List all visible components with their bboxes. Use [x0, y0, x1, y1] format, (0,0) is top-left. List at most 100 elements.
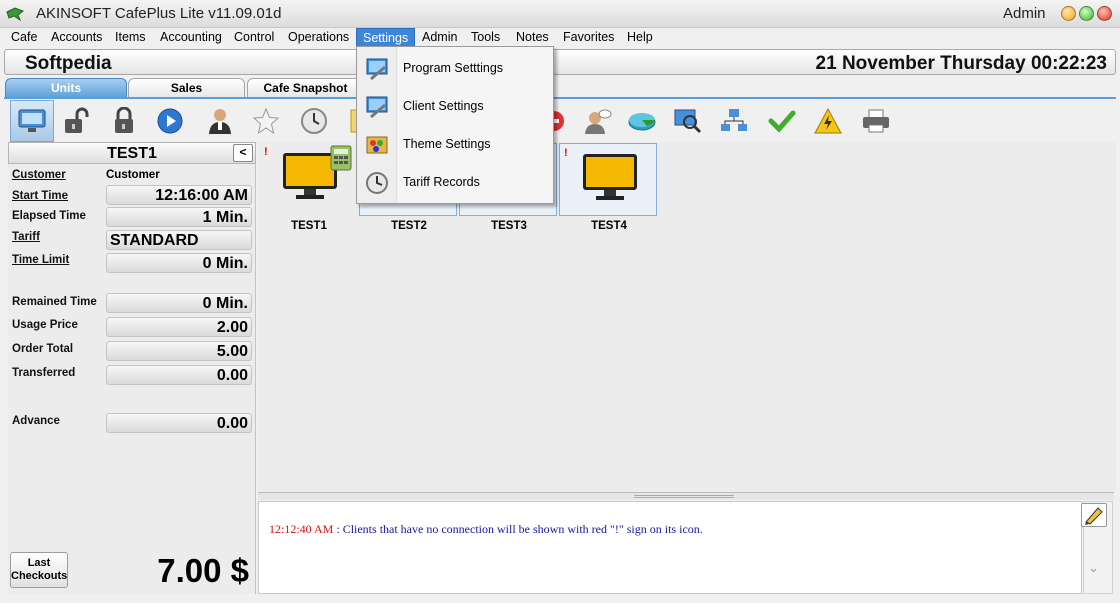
unit-tile[interactable]: ! [559, 143, 657, 216]
log-entry: 12:12:40 AM : Clients that have no conne… [269, 522, 703, 537]
menu-accounts[interactable]: Accounts [45, 28, 108, 47]
unlock-icon[interactable] [54, 100, 98, 142]
elapsed-time-value: 1 Min. [106, 207, 252, 227]
user-message-icon[interactable] [576, 100, 620, 142]
log-time: 12:12:40 AM [269, 522, 334, 536]
log-separator: : [333, 522, 343, 536]
menu-cafe[interactable]: Cafe [5, 28, 43, 47]
menu-items[interactable]: Items [109, 28, 152, 47]
time-limit-label[interactable]: Time Limit [12, 254, 69, 266]
tab-cafe-snapshot[interactable]: Cafe Snapshot [247, 78, 364, 98]
order-total-label: Order Total [12, 343, 74, 355]
close-button[interactable] [1097, 6, 1112, 21]
customer-value: Customer [106, 169, 160, 181]
user-icon[interactable] [198, 100, 242, 142]
usage-price-label: Usage Price [12, 319, 78, 331]
menu-item-tariff-records[interactable]: Tariff Records [357, 165, 553, 201]
transferred-value: 0.00 [106, 365, 252, 385]
window-title: AKINSOFT CafePlus Lite v11.09.01d [36, 5, 282, 22]
unit-label: TEST3 [491, 220, 527, 232]
remained-time-label: Remained Time [12, 296, 97, 308]
connection-warning-icon: ! [264, 146, 268, 158]
connection-warning-icon: ! [564, 147, 568, 159]
edit-log-button[interactable] [1081, 503, 1107, 527]
elapsed-time-label: Elapsed Time [12, 210, 86, 222]
transferred-label: Transferred [12, 367, 76, 379]
clock-icon[interactable] [292, 100, 336, 142]
toolbar [6, 100, 1114, 142]
order-total-value: 5.00 [106, 341, 252, 361]
title-bar: AKINSOFT CafePlus Lite v11.09.01d Admin [0, 0, 1120, 28]
customer-label[interactable]: Customer [12, 169, 66, 181]
theme-palette-icon [366, 136, 388, 154]
menu-item-label: Tariff Records [403, 175, 480, 189]
monitor-tools-icon [366, 58, 388, 81]
menu-help[interactable]: Help [621, 28, 659, 47]
monitor-tools-icon [366, 96, 388, 119]
network-icon[interactable] [712, 100, 756, 142]
menu-item-label: Client Settings [403, 99, 484, 113]
settings-dropdown: Program Setttings Client Settings Theme … [356, 46, 554, 204]
splitter-grip[interactable] [634, 495, 734, 498]
brand-name: Softpedia [25, 53, 112, 74]
unit-label: TEST1 [291, 220, 327, 232]
current-user: Admin [1003, 5, 1046, 22]
selected-unit-name: TEST1 [107, 145, 157, 162]
scroll-down-icon[interactable]: ⌄ [1088, 560, 1099, 576]
menu-item-client-settings[interactable]: Client Settings [357, 89, 553, 125]
unit-details-panel: TEST1 < Customer Customer Start Time 12:… [8, 142, 256, 594]
unit-label: TEST4 [591, 220, 627, 232]
menu-admin[interactable]: Admin [416, 28, 463, 47]
selected-unit-header: TEST1 < [8, 142, 256, 164]
menu-item-theme-settings[interactable]: Theme Settings [357, 127, 553, 163]
lock-icon[interactable] [102, 100, 146, 142]
checkmark-icon[interactable] [760, 100, 804, 142]
power-warning-icon[interactable] [806, 100, 850, 142]
menu-item-program-settings[interactable]: Program Setttings [357, 51, 553, 87]
start-time-label[interactable]: Start Time [12, 190, 68, 202]
menu-bar: Cafe Accounts Items Accounting Control O… [0, 28, 1120, 47]
last-checkouts-button[interactable]: Last Checkouts [10, 552, 68, 588]
menu-settings[interactable]: Settings [356, 28, 416, 47]
advance-label: Advance [12, 415, 60, 427]
checkout-total: 7.00 $ [157, 552, 249, 589]
tab-sales[interactable]: Sales [128, 78, 245, 98]
back-button[interactable]: < [233, 144, 253, 162]
menu-item-label: Program Setttings [403, 61, 504, 75]
tab-underline [4, 97, 1116, 99]
unit-label: TEST2 [391, 220, 427, 232]
log-message: Clients that have no connection will be … [342, 522, 703, 536]
maximize-button[interactable] [1079, 6, 1094, 21]
play-icon[interactable] [148, 100, 192, 142]
computer-icon[interactable] [10, 100, 54, 142]
tariff-value: STANDARD [106, 230, 252, 250]
monitor-icon [583, 154, 637, 200]
panel-splitter[interactable] [258, 492, 1114, 500]
tab-units[interactable]: Units [5, 78, 127, 98]
app-logo-icon [6, 7, 24, 22]
pencil-icon [1085, 507, 1103, 525]
header-bar: Softpedia 21 November Thursday 00:22:23 [4, 49, 1116, 75]
menu-notes[interactable]: Notes [510, 28, 555, 47]
clock-icon [366, 172, 388, 194]
menu-operations[interactable]: Operations [282, 28, 355, 47]
menu-control[interactable]: Control [228, 28, 280, 47]
date-time-display: 21 November Thursday 00:22:23 [815, 53, 1107, 74]
menu-tools[interactable]: Tools [465, 28, 506, 47]
unit-tile[interactable]: ! [260, 143, 358, 216]
usage-price-value: 2.00 [106, 317, 252, 337]
menu-favorites[interactable]: Favorites [557, 28, 620, 47]
star-icon[interactable] [244, 100, 288, 142]
time-limit-value: 0 Min. [106, 253, 252, 273]
tariff-label[interactable]: Tariff [12, 231, 40, 243]
disk-icon[interactable] [620, 100, 664, 142]
remained-time-value: 0 Min. [106, 293, 252, 313]
search-monitor-icon[interactable] [666, 100, 710, 142]
start-time-value: 12:16:00 AM [106, 185, 252, 205]
menu-item-label: Theme Settings [403, 137, 491, 151]
minimize-button[interactable] [1061, 6, 1076, 21]
menu-accounting[interactable]: Accounting [154, 28, 228, 47]
advance-value: 0.00 [106, 413, 252, 433]
printer-icon[interactable] [854, 100, 898, 142]
message-log: 12:12:40 AM : Clients that have no conne… [258, 501, 1082, 594]
